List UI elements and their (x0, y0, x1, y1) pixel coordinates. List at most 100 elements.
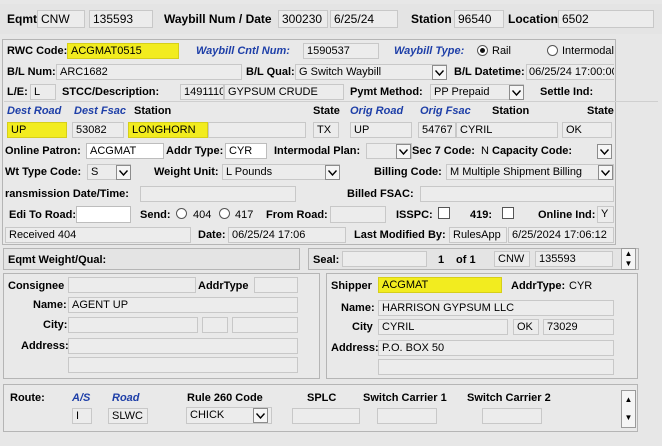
addr-type-label: Addr Type: (166, 145, 224, 157)
send-404-radio[interactable] (176, 208, 187, 219)
send-label: Send: (140, 209, 171, 221)
seal-eqmt-initial-field: CNW (494, 251, 530, 267)
isspc-checkbox[interactable] (438, 207, 450, 219)
stcc-description-field[interactable]: GYPSUM CRUDE (224, 84, 344, 100)
switch-carrier-2-field[interactable] (482, 408, 542, 424)
rail-radio[interactable] (477, 45, 488, 56)
dest-fsac-label: Dest Fsac (74, 105, 126, 117)
rule-260-dropdown-button[interactable] (253, 408, 268, 423)
edi-to-road-field[interactable] (76, 206, 131, 223)
bl-qual-label: B/L Qual: (246, 66, 295, 78)
pymt-method-dropdown-button[interactable] (509, 85, 524, 100)
dest-road-field[interactable]: UP (7, 122, 67, 138)
consignee-address-label: Address: (21, 340, 69, 352)
switch-carrier-2-label: Switch Carrier 2 (467, 392, 551, 404)
chevron-down-icon (399, 148, 408, 155)
spin-up-icon[interactable]: ▲ (622, 391, 635, 409)
eqmt-number-field[interactable]: 135593 (89, 10, 153, 28)
orig-fsac-field[interactable]: 54767 (418, 122, 456, 138)
consignee-address-line1[interactable] (68, 338, 298, 354)
orig-station-field[interactable]: CYRIL (456, 122, 558, 138)
pymt-method-label: Pymt Method: (350, 86, 423, 98)
shipper-address-line1[interactable]: P.O. BOX 50 (378, 340, 614, 356)
chevron-down-icon (328, 169, 337, 176)
bl-qual-select[interactable]: G Switch Waybill (295, 64, 447, 80)
dest-state-field[interactable]: TX (313, 122, 339, 138)
le-field[interactable]: L (30, 84, 56, 100)
eqmt-initial-field[interactable]: CNW (37, 10, 85, 28)
waybill-cntl-num-field[interactable]: 1590537 (303, 43, 379, 59)
from-road-label: From Road: (266, 209, 328, 221)
intermodal-radio[interactable] (547, 45, 558, 56)
shipper-addrtype-value[interactable]: CYR (569, 280, 592, 292)
seal-page-number: 1 (438, 254, 445, 266)
shipper-address-line2[interactable] (378, 359, 614, 375)
stcc-code-field[interactable]: 1491110 (180, 84, 224, 100)
spin-down-icon[interactable]: ▼ (622, 259, 635, 269)
edi-to-road-label: Edi To Road: (9, 209, 77, 221)
shipper-state-field[interactable]: OK (513, 319, 539, 335)
consignee-city-field[interactable] (68, 317, 198, 333)
waybill-num-field[interactable]: 300230 (278, 10, 328, 28)
spin-up-icon[interactable]: ▲ (622, 249, 635, 259)
weight-unit-dropdown-button[interactable] (325, 165, 340, 180)
consignee-city-label: City: (43, 319, 68, 331)
chevron-down-icon (512, 89, 521, 96)
last-modified-by-label: Last Modified By: (354, 229, 446, 241)
route-road-field[interactable]: SLWC (108, 408, 148, 424)
dest-station-label: Station (134, 105, 172, 117)
bl-qual-dropdown-button[interactable] (432, 65, 447, 80)
intermodal-plan-dropdown-button[interactable] (396, 144, 411, 159)
rwc-code-field[interactable]: ACGMAT0515 (67, 43, 179, 59)
station-code-field[interactable]: 96540 (454, 10, 504, 28)
weight-unit-select[interactable]: L Pounds (222, 164, 340, 180)
addr-type-field[interactable]: CYR (225, 143, 267, 159)
shipper-city-field[interactable]: CYRIL (378, 319, 508, 335)
billing-code-select[interactable]: M Multiple Shipment Billing (446, 164, 614, 180)
billed-fsac-field[interactable] (420, 186, 614, 202)
intermodal-radio-label: Intermodal (562, 45, 614, 57)
online-ind-field[interactable]: Y (597, 206, 614, 223)
intermodal-plan-label: Intermodal Plan: (274, 145, 361, 157)
billing-code-dropdown-button[interactable] (598, 165, 613, 180)
date-label: Date: (198, 229, 226, 241)
consignee-zip-field[interactable] (232, 317, 298, 333)
transmission-datetime-field[interactable] (140, 186, 296, 202)
online-patron-field[interactable]: ACGMAT (86, 143, 164, 159)
consignee-code-field[interactable] (68, 277, 196, 293)
consignee-address-line2[interactable] (68, 357, 298, 373)
capacity-code-dropdown-button[interactable] (597, 144, 612, 159)
sec7-code-value[interactable]: N (481, 145, 489, 157)
bl-num-field[interactable]: ARC1682 (56, 64, 242, 80)
419-checkbox[interactable] (502, 207, 514, 219)
bl-datetime-field[interactable]: 06/25/24 17:00:00 (526, 64, 614, 80)
last-modified-date-field: 6/25/2024 17:06:12 (508, 227, 614, 243)
orig-state-label: State (587, 105, 614, 117)
route-label: Route: (10, 392, 45, 404)
orig-fsac-label: Orig Fsac (420, 105, 471, 117)
seal-field[interactable] (342, 251, 427, 267)
switch-carrier-1-field[interactable] (377, 408, 437, 424)
shipper-code-field[interactable]: ACGMAT (378, 277, 502, 293)
send-417-radio[interactable] (219, 208, 230, 219)
orig-road-field[interactable]: UP (350, 122, 412, 138)
consignee-state-field[interactable] (202, 317, 228, 333)
route-as-field[interactable]: I (72, 408, 92, 424)
splc-label: SPLC (307, 392, 337, 404)
location-field[interactable]: 6502 (558, 10, 654, 28)
sec7-code-label: Sec 7 Code: (412, 145, 475, 157)
dest-fsac-field[interactable]: 53082 (72, 122, 124, 138)
waybill-date-field[interactable]: 6/25/24 (330, 10, 398, 28)
spin-down-icon[interactable]: ▼ (622, 409, 635, 427)
dest-station-field[interactable]: LONGHORN (128, 122, 208, 138)
orig-state-field[interactable]: OK (562, 122, 612, 138)
consignee-addrtype-field[interactable] (254, 277, 298, 293)
splc-field[interactable] (292, 408, 360, 424)
wt-type-dropdown-button[interactable] (116, 165, 131, 180)
seal-spinner[interactable]: ▲ ▼ (621, 248, 636, 270)
shipper-zip-field[interactable]: 73029 (543, 319, 614, 335)
from-road-field[interactable] (330, 206, 386, 223)
shipper-name-field[interactable]: HARRISON GYPSUM LLC (378, 300, 614, 316)
route-spinner[interactable]: ▲ ▼ (621, 390, 636, 428)
consignee-name-field[interactable]: AGENT UP (68, 297, 298, 313)
